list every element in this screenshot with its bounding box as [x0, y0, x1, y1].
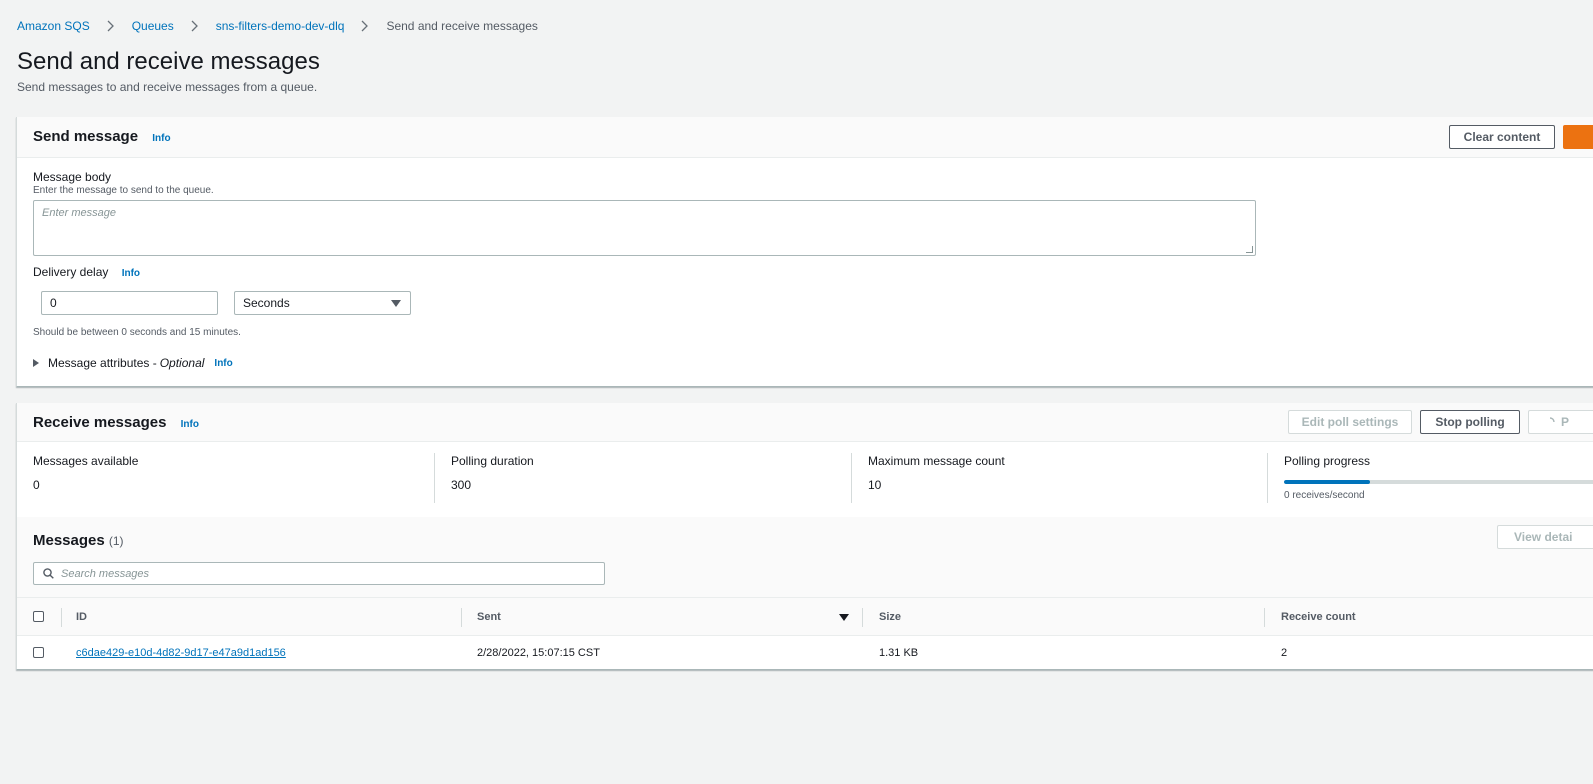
- polling-progress-fill: [1284, 480, 1370, 484]
- message-attributes-label: Message attributes -: [48, 356, 157, 370]
- message-attributes-optional: Optional: [159, 356, 205, 370]
- message-body-label: Message body: [33, 170, 112, 184]
- table-header: ID Sent Size Receive count: [17, 597, 1593, 636]
- messages-title: Messages: [33, 532, 105, 549]
- column-divider: [461, 608, 462, 627]
- stat-max-message-count: Maximum message count 10: [868, 454, 1005, 504]
- edit-poll-settings-button[interactable]: Edit poll settings: [1288, 410, 1412, 434]
- delivery-delay-hint: Should be between 0 seconds and 15 minut…: [33, 327, 241, 338]
- breadcrumb-link-queues[interactable]: Queues: [132, 19, 174, 33]
- delay-unit-value: Seconds: [243, 296, 290, 310]
- delivery-delay-value: 0: [50, 296, 57, 310]
- chevron-right-icon: [356, 19, 374, 33]
- message-id-link[interactable]: c6dae429-e10d-4d82-9d17-e47a9d1ad156: [76, 647, 286, 659]
- divider: [851, 453, 852, 503]
- row-checkbox[interactable]: [33, 647, 44, 658]
- stat-max-label: Maximum message count: [868, 454, 1005, 468]
- select-all-checkbox[interactable]: [33, 611, 44, 622]
- breadcrumb-link-sqs[interactable]: Amazon SQS: [17, 19, 90, 33]
- receive-messages-title: Receive messages: [33, 414, 167, 431]
- chevron-right-icon: [186, 19, 204, 33]
- column-header-receive-count[interactable]: Receive count: [1281, 598, 1356, 635]
- message-sent: 2/28/2022, 15:07:15 CST: [477, 646, 600, 659]
- clear-content-button[interactable]: Clear content: [1449, 125, 1555, 149]
- poll-for-messages-button[interactable]: P: [1528, 410, 1593, 434]
- receive-info-link[interactable]: Info: [181, 419, 199, 430]
- delay-unit-select[interactable]: Seconds: [234, 291, 411, 315]
- receive-messages-header: Receive messages Info Edit poll settings…: [17, 403, 1593, 442]
- messages-table: ID Sent Size Receive count c6dae429-e10d…: [17, 597, 1593, 669]
- stop-polling-button[interactable]: Stop polling: [1420, 410, 1520, 434]
- message-receive-count: 2: [1281, 646, 1288, 659]
- delivery-delay-input[interactable]: 0: [41, 291, 218, 315]
- attributes-info-link[interactable]: Info: [214, 358, 232, 369]
- breadcrumb-current: Send and receive messages: [386, 19, 538, 33]
- column-header-id[interactable]: ID: [76, 598, 87, 635]
- stat-max-value: 10: [868, 478, 882, 492]
- send-and-receive-button[interactable]: [1563, 125, 1593, 149]
- sort-descending-icon[interactable]: [839, 614, 849, 621]
- delay-info-link[interactable]: Info: [122, 268, 140, 279]
- column-divider: [862, 608, 863, 627]
- search-placeholder: Search messages: [61, 567, 150, 580]
- send-message-panel: Send message Info Clear content Message …: [16, 117, 1593, 387]
- page-description: Send messages to and receive messages fr…: [17, 80, 318, 94]
- stat-messages-available: Messages available 0: [33, 454, 138, 504]
- chevron-right-icon: [102, 19, 120, 33]
- polling-rate: 0 receives/second: [1284, 490, 1365, 501]
- column-header-sent[interactable]: Sent: [477, 598, 501, 635]
- divider: [1267, 453, 1268, 503]
- table-row: c6dae429-e10d-4d82-9d17-e47a9d1ad156 2/2…: [17, 636, 1593, 669]
- stat-duration-label: Polling duration: [451, 454, 534, 468]
- delivery-delay-label-row: Delivery delay Info: [33, 265, 140, 279]
- stat-available-label: Messages available: [33, 454, 139, 468]
- stat-available-value: 0: [33, 478, 40, 492]
- receive-messages-title-row: Receive messages Info: [33, 414, 199, 431]
- divider: [434, 453, 435, 503]
- caret-down-icon: [391, 300, 401, 307]
- polling-progress-bar: [1284, 480, 1593, 484]
- message-body-placeholder: Enter message: [42, 207, 116, 219]
- column-divider: [1264, 608, 1265, 627]
- breadcrumb: Amazon SQS Queues sns-filters-demo-dev-d…: [17, 19, 538, 33]
- poll-button-label: P: [1561, 415, 1570, 429]
- receive-messages-panel: Receive messages Info Edit poll settings…: [16, 403, 1593, 670]
- page-title: Send and receive messages: [17, 48, 320, 75]
- messages-section: Messages (1) View detai Search messages: [17, 517, 1593, 597]
- message-size: 1.31 KB: [879, 646, 919, 659]
- message-attributes-expander[interactable]: Message attributes - Optional Info: [33, 356, 233, 370]
- caret-right-icon: [33, 359, 39, 367]
- send-info-link[interactable]: Info: [152, 133, 170, 144]
- message-body-hint: Enter the message to send to the queue.: [33, 185, 214, 196]
- resize-handle-icon[interactable]: [1246, 246, 1253, 253]
- view-details-button[interactable]: View detai: [1497, 525, 1593, 549]
- delivery-delay-label: Delivery delay: [33, 265, 109, 279]
- column-divider: [61, 608, 62, 627]
- stat-duration-value: 300: [451, 478, 472, 492]
- spinner-icon: [1549, 417, 1555, 423]
- message-body-textarea[interactable]: Enter message: [33, 200, 1256, 256]
- search-icon: [43, 568, 54, 579]
- send-message-header: Send message Info Clear content: [17, 117, 1593, 158]
- messages-title-row: Messages (1): [33, 532, 124, 549]
- messages-count: (1): [108, 534, 124, 548]
- breadcrumb-link-queue[interactable]: sns-filters-demo-dev-dlq: [216, 19, 345, 33]
- search-messages-input[interactable]: Search messages: [33, 562, 605, 585]
- column-header-size[interactable]: Size: [879, 598, 901, 635]
- stat-polling-duration: Polling duration 300: [451, 454, 534, 504]
- stat-progress-label: Polling progress: [1284, 454, 1371, 468]
- send-message-title: Send message: [33, 128, 139, 145]
- send-message-title-row: Send message Info: [33, 128, 171, 145]
